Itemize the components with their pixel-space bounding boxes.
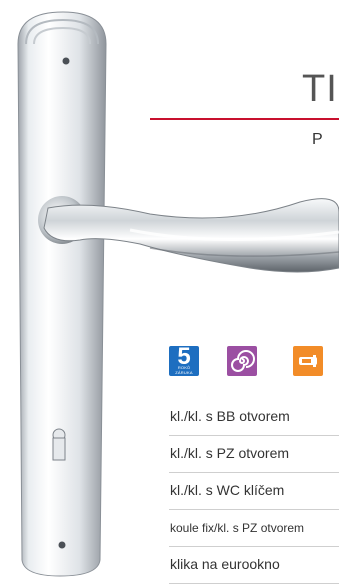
variant-item-wc[interactable]: kl./kl. s WC klíčem <box>169 473 339 510</box>
screw-hole-bottom <box>58 541 66 549</box>
title-divider <box>150 118 339 120</box>
variant-item-pz[interactable]: kl./kl. s PZ otvorem <box>169 436 339 473</box>
variant-label: kl./kl. s WC klíčem <box>170 482 285 498</box>
screw-hole-top <box>62 57 70 65</box>
variant-label: kl./kl. s PZ otvorem <box>170 445 290 461</box>
product-title: TI <box>302 68 338 110</box>
backplate <box>17 11 107 577</box>
variant-label: kl./kl. s BB otvorem <box>170 408 290 424</box>
variant-item-eurowindow[interactable]: klika na eurookno <box>169 547 339 584</box>
variant-label: koule fix/kl. s PZ otvorem <box>170 521 305 535</box>
feature-badges: 5 ROKŮ ZÁRUKA <box>169 346 339 376</box>
warranty-badge: 5 ROKŮ ZÁRUKA <box>169 346 199 376</box>
keyhole <box>52 428 66 461</box>
variant-label: klika na eurookno <box>170 556 280 572</box>
variant-item-knob[interactable]: koule fix/kl. s PZ otvorem <box>169 510 339 547</box>
spiral-icon <box>227 346 257 376</box>
product-subtitle: P <box>312 131 323 148</box>
variant-item-bb[interactable]: kl./kl. s BB otvorem <box>169 399 339 436</box>
cylinder-lock-icon <box>293 346 323 376</box>
variant-list: kl./kl. s BB otvorem kl./kl. s PZ otvore… <box>169 399 339 584</box>
warranty-caption: ROKŮ ZÁRUKA <box>175 365 193 375</box>
